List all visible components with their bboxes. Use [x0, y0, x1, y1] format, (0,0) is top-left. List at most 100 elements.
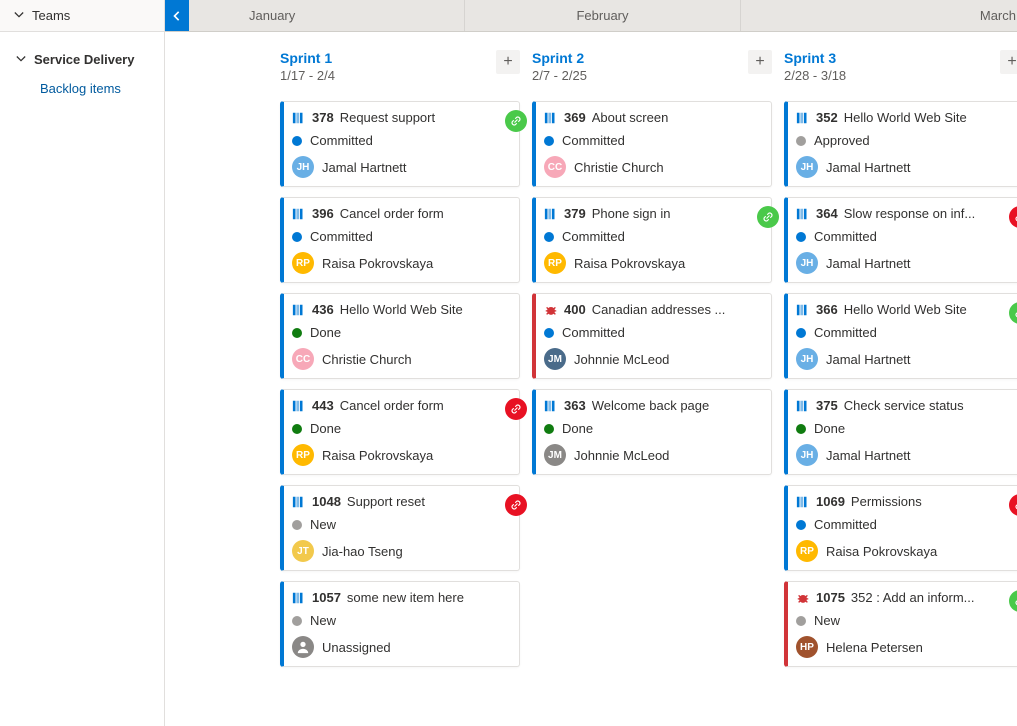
work-item-state: New: [310, 517, 336, 532]
pbi-icon: [292, 591, 306, 605]
work-item-title: Hello World Web Site: [844, 302, 1013, 317]
state-dot-icon: [292, 232, 302, 242]
state-dot-icon: [796, 232, 806, 242]
work-item-card[interactable]: 369 About screen Committed CC Christie C…: [532, 101, 772, 187]
link-badge-icon[interactable]: [505, 494, 527, 516]
work-item-id: 366: [816, 302, 838, 317]
avatar: HP: [796, 636, 818, 658]
link-badge-icon[interactable]: [505, 398, 527, 420]
assignee-name: Helena Petersen: [826, 640, 923, 655]
work-item-title: About screen: [592, 110, 761, 125]
work-item-card[interactable]: 379 Phone sign in Committed RP Raisa Pok…: [532, 197, 772, 283]
avatar: RP: [544, 252, 566, 274]
state-dot-icon: [292, 424, 302, 434]
pbi-icon: [544, 207, 558, 221]
sprint-board[interactable]: Sprint 1 1/17 - 2/4 + 378 Request suppor…: [165, 32, 1017, 726]
avatar: JT: [292, 540, 314, 562]
work-item-state: Done: [562, 421, 593, 436]
work-item-state: Committed: [814, 229, 877, 244]
pbi-icon: [796, 207, 810, 221]
add-card-button[interactable]: +: [748, 50, 772, 74]
pbi-icon: [796, 495, 810, 509]
link-badge-icon[interactable]: [757, 206, 779, 228]
work-item-title: Phone sign in: [592, 206, 761, 221]
work-item-id: 1048: [312, 494, 341, 509]
pbi-icon: [544, 111, 558, 125]
timeline-back-button[interactable]: [165, 0, 189, 31]
work-item-state: Committed: [562, 325, 625, 340]
work-item-id: 379: [564, 206, 586, 221]
work-item-state: Committed: [562, 229, 625, 244]
work-item-state: Approved: [814, 133, 870, 148]
work-item-card[interactable]: 378 Request support Committed JH Jamal H…: [280, 101, 520, 187]
work-item-card[interactable]: 396 Cancel order form Committed RP Raisa…: [280, 197, 520, 283]
pbi-icon: [292, 399, 306, 413]
work-item-state: Done: [814, 421, 845, 436]
sprint-title[interactable]: Sprint 3: [784, 50, 846, 66]
work-item-card[interactable]: 352 Hello World Web Site Approved JH Jam…: [784, 101, 1017, 187]
avatar: CC: [544, 156, 566, 178]
pbi-icon: [796, 111, 810, 125]
work-item-card[interactable]: 363 Welcome back page Done JM Johnnie Mc…: [532, 389, 772, 475]
state-dot-icon: [796, 520, 806, 530]
work-item-id: 436: [312, 302, 334, 317]
work-item-card[interactable]: 364 Slow response on inf... Committed JH…: [784, 197, 1017, 283]
work-item-title: Check service status: [844, 398, 1013, 413]
chevron-down-icon: [16, 52, 26, 67]
work-item-card[interactable]: 375 Check service status Done JH Jamal H…: [784, 389, 1017, 475]
work-item-card[interactable]: 1057 some new item here New Unassigned: [280, 581, 520, 667]
state-dot-icon: [292, 616, 302, 626]
work-item-title: Cancel order form: [340, 206, 509, 221]
month-february: February: [465, 0, 741, 31]
sprint-title[interactable]: Sprint 1: [280, 50, 335, 66]
assignee-name: Raisa Pokrovskaya: [322, 256, 433, 271]
team-name: Service Delivery: [34, 52, 134, 67]
work-item-card[interactable]: 1048 Support reset New JT Jia-hao Tseng: [280, 485, 520, 571]
assignee-name: Jamal Hartnett: [826, 160, 911, 175]
team-group[interactable]: Service Delivery: [0, 44, 164, 75]
work-item-card[interactable]: 436 Hello World Web Site Done CC Christi…: [280, 293, 520, 379]
avatar: [292, 636, 314, 658]
sidebar: Teams Service Delivery Backlog items: [0, 0, 165, 726]
avatar: JM: [544, 444, 566, 466]
assignee-name: Raisa Pokrovskaya: [826, 544, 937, 559]
work-item-card[interactable]: 1075 352 : Add an inform... New HP Helen…: [784, 581, 1017, 667]
work-item-state: Committed: [562, 133, 625, 148]
work-item-title: 352 : Add an inform...: [851, 590, 1013, 605]
work-item-title: Hello World Web Site: [844, 110, 1013, 125]
sprint-column: Sprint 3 2/28 - 3/18 + 352 Hello World W…: [784, 50, 1017, 714]
work-item-card[interactable]: 400 Canadian addresses ... Committed JM …: [532, 293, 772, 379]
work-item-card[interactable]: 366 Hello World Web Site Committed JH Ja…: [784, 293, 1017, 379]
work-item-title: Slow response on inf...: [844, 206, 1013, 221]
pbi-icon: [292, 303, 306, 317]
state-dot-icon: [796, 136, 806, 146]
state-dot-icon: [292, 136, 302, 146]
assignee-name: Johnnie McLeod: [574, 448, 669, 463]
work-item-id: 364: [816, 206, 838, 221]
assignee-name: Jamal Hartnett: [322, 160, 407, 175]
work-item-state: Committed: [814, 517, 877, 532]
assignee-name: Christie Church: [574, 160, 664, 175]
work-item-title: Support reset: [347, 494, 509, 509]
sprint-column: Sprint 1 1/17 - 2/4 + 378 Request suppor…: [280, 50, 520, 714]
work-item-id: 443: [312, 398, 334, 413]
sprint-dates: 2/28 - 3/18: [784, 68, 846, 83]
sidebar-title: Teams: [32, 8, 70, 23]
work-item-card[interactable]: 443 Cancel order form Done RP Raisa Pokr…: [280, 389, 520, 475]
sidebar-header[interactable]: Teams: [0, 0, 164, 32]
state-dot-icon: [544, 328, 554, 338]
pbi-icon: [292, 111, 306, 125]
avatar: JH: [796, 252, 818, 274]
work-item-id: 396: [312, 206, 334, 221]
pbi-icon: [544, 399, 558, 413]
sprint-column: Sprint 2 2/7 - 2/25 + 369 About screen C…: [532, 50, 772, 714]
avatar: CC: [292, 348, 314, 370]
add-card-button[interactable]: +: [1000, 50, 1017, 74]
add-card-button[interactable]: +: [496, 50, 520, 74]
backlog-items-link[interactable]: Backlog items: [0, 75, 164, 102]
work-item-card[interactable]: 1069 Permissions Committed RP Raisa Pokr…: [784, 485, 1017, 571]
sprint-title[interactable]: Sprint 2: [532, 50, 587, 66]
work-item-id: 375: [816, 398, 838, 413]
state-dot-icon: [796, 616, 806, 626]
link-badge-icon[interactable]: [505, 110, 527, 132]
